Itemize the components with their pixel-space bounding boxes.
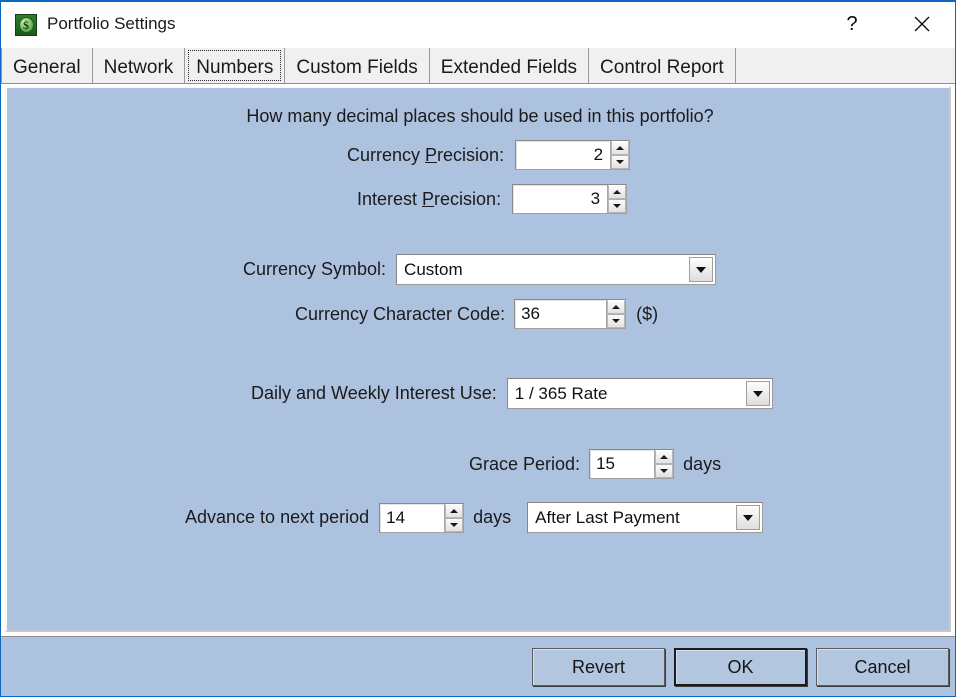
interest-precision-label: Interest Precision: [357, 188, 502, 209]
currency-char-code-row: Currency Character Code: ($) [295, 299, 658, 329]
grace-period-label: Grace Period: [469, 453, 581, 474]
dialog-button-bar: Revert OK Cancel [1, 636, 955, 696]
advance-period-spinner[interactable] [379, 502, 465, 533]
advance-period-mode-value: After Last Payment [535, 507, 680, 527]
window-title: Portfolio Settings [47, 14, 176, 33]
currency-symbol-value: Custom [404, 259, 463, 279]
currency-symbol-row: Currency Symbol: Custom [243, 254, 717, 285]
grace-period-row: Grace Period: days [469, 449, 721, 479]
interest-precision-input[interactable] [513, 185, 608, 213]
interest-use-label: Daily and Weekly Interest Use: [251, 383, 497, 403]
title-bar: $ Portfolio Settings ? [1, 2, 955, 48]
revert-button[interactable]: Revert [532, 648, 665, 686]
grace-period-input[interactable] [590, 450, 655, 478]
numbers-tab-panel: How many decimal places should be used i… [5, 86, 951, 632]
currency-symbol-select[interactable]: Custom [396, 254, 717, 285]
interest-precision-spinner[interactable] [512, 184, 628, 214]
chevron-down-icon [612, 319, 621, 323]
advance-period-label: Advance to next period [185, 507, 370, 527]
tab-general[interactable]: General [1, 48, 93, 83]
advance-period-mode-dropdown-button[interactable] [736, 505, 761, 530]
chevron-up-icon [450, 508, 459, 513]
grace-period-decrement[interactable] [655, 464, 674, 478]
dollar-sign-icon: $ [18, 17, 34, 33]
currency-precision-input[interactable] [516, 141, 611, 169]
help-button[interactable]: ? [829, 2, 875, 46]
tab-custom-fields[interactable]: Custom Fields [285, 48, 430, 83]
grace-period-spinner[interactable] [589, 449, 675, 479]
currency-precision-row: Currency Precision: [347, 140, 631, 170]
tab-strip: General Network Numbers Custom Fields Ex… [1, 48, 955, 84]
grace-period-increment[interactable] [655, 450, 674, 464]
close-button[interactable] [899, 2, 945, 46]
advance-period-increment[interactable] [445, 503, 464, 518]
currency-precision-increment[interactable] [611, 141, 630, 155]
chevron-down-icon [752, 390, 763, 397]
tab-list: General Network Numbers Custom Fields Ex… [1, 48, 736, 84]
interest-use-dropdown-button[interactable] [745, 381, 770, 406]
interest-precision-decrement[interactable] [608, 199, 627, 213]
tab-numbers[interactable]: Numbers [185, 48, 286, 83]
currency-precision-spin-buttons [610, 141, 630, 169]
advance-period-spin-buttons [444, 503, 464, 532]
portfolio-settings-dialog: $ Portfolio Settings ? General Network N… [0, 0, 956, 697]
chevron-up-icon [612, 305, 621, 309]
grace-period-spin-buttons [654, 450, 674, 478]
chevron-up-icon [660, 455, 669, 459]
advance-period-mode-select[interactable]: After Last Payment [527, 502, 764, 533]
currency-precision-spinner[interactable] [515, 140, 631, 170]
tab-label: General [13, 56, 81, 78]
chevron-down-icon [616, 160, 625, 164]
tab-label: Network [103, 56, 174, 78]
decimal-places-heading: How many decimal places should be used i… [246, 106, 714, 126]
interest-precision-spin-buttons [607, 185, 627, 213]
currency-char-code-label: Currency Character Code: [295, 303, 506, 324]
currency-symbol-dropdown-button[interactable] [689, 257, 714, 282]
advance-period-row: Advance to next period days After Last P… [185, 502, 764, 533]
currency-precision-label: Currency Precision: [347, 144, 505, 165]
advance-period-decrement[interactable] [445, 517, 464, 532]
grace-period-units: days [683, 453, 722, 474]
advance-period-input[interactable] [380, 503, 445, 532]
currency-precision-decrement[interactable] [611, 155, 630, 169]
chevron-up-icon [616, 146, 625, 150]
interest-use-select[interactable]: 1 / 365 Rate [506, 378, 773, 409]
interest-precision-row: Interest Precision: [357, 184, 628, 214]
tab-extended-fields[interactable]: Extended Fields [429, 48, 590, 83]
chevron-down-icon [660, 469, 669, 473]
currency-char-code-spin-buttons [606, 300, 626, 328]
currency-symbol-label: Currency Symbol: [243, 259, 387, 279]
advance-period-units: days [473, 507, 512, 527]
cancel-button[interactable]: Cancel [816, 648, 949, 686]
interest-precision-increment[interactable] [608, 185, 627, 199]
currency-char-code-increment[interactable] [607, 300, 626, 314]
tab-network[interactable]: Network [92, 48, 186, 83]
chevron-down-icon [696, 266, 707, 273]
chevron-up-icon [613, 190, 622, 194]
interest-use-row: Daily and Weekly Interest Use: 1 / 365 R… [251, 378, 773, 409]
tab-label: Custom Fields [296, 56, 418, 78]
tab-control-report[interactable]: Control Report [589, 48, 736, 83]
tab-label: Extended Fields [440, 56, 578, 78]
close-icon [914, 16, 930, 32]
currency-char-code-spinner[interactable] [514, 299, 627, 329]
interest-use-value: 1 / 365 Rate [514, 383, 608, 403]
chevron-down-icon [450, 522, 459, 527]
currency-char-code-input[interactable] [515, 300, 607, 328]
currency-char-preview: ($) [636, 303, 659, 324]
tab-label: Numbers [196, 56, 274, 78]
tab-label: Control Report [600, 56, 724, 78]
chevron-down-icon [743, 514, 754, 521]
app-icon: $ [15, 14, 37, 36]
currency-char-code-decrement[interactable] [607, 314, 626, 328]
ok-button[interactable]: OK [674, 648, 807, 686]
chevron-down-icon [613, 204, 622, 208]
